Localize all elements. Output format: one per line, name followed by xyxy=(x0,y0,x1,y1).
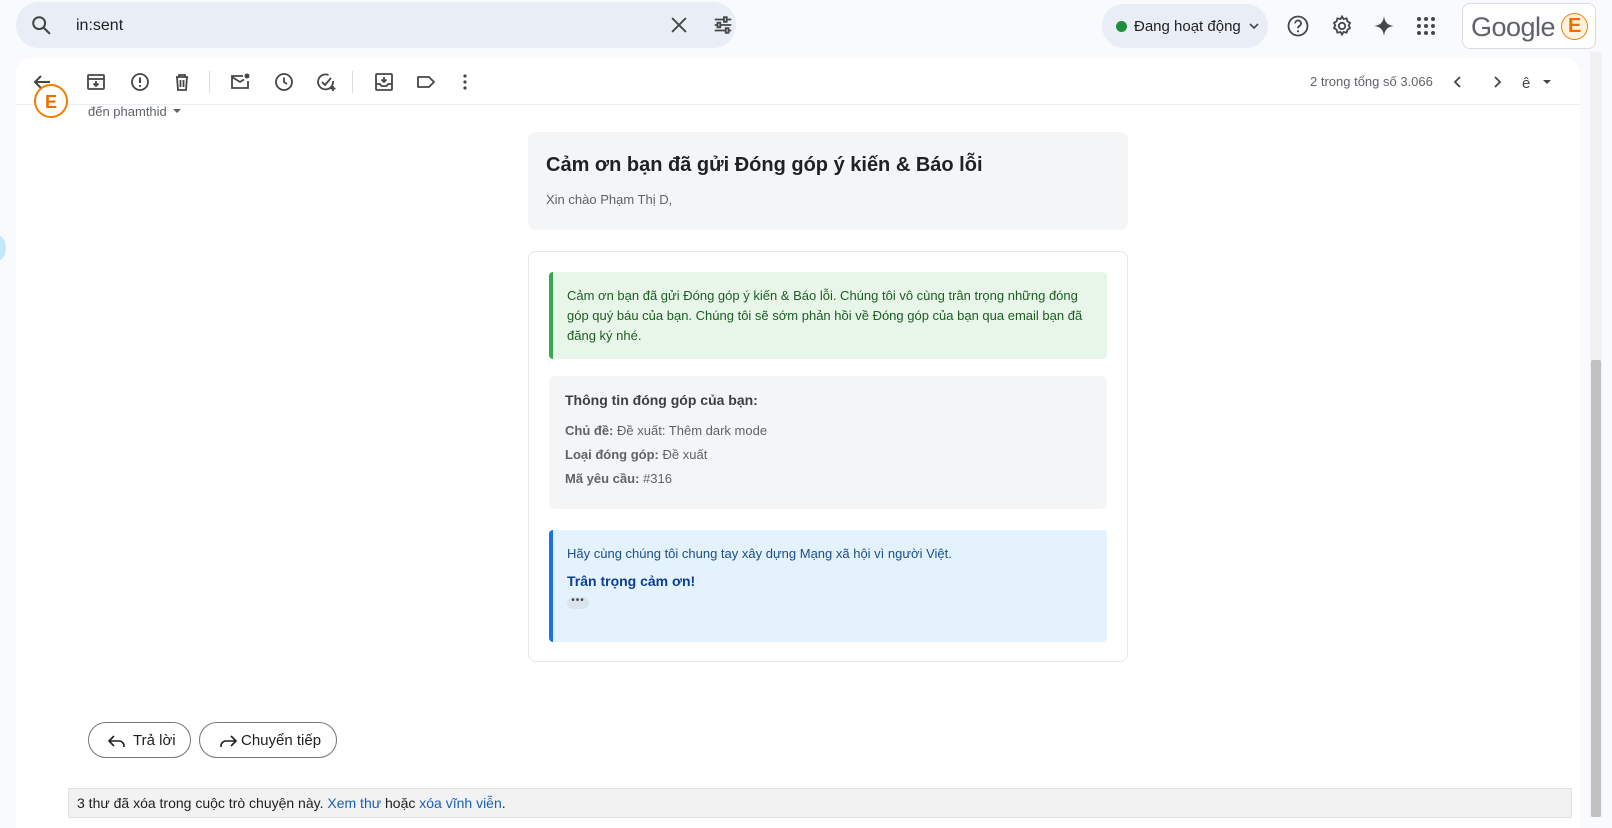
report-spam-icon[interactable] xyxy=(128,70,152,94)
input-tools-icon[interactable]: ê xyxy=(1519,70,1555,94)
toolbar-divider xyxy=(352,71,353,93)
move-to-icon[interactable] xyxy=(372,70,396,94)
chevron-down-icon xyxy=(1246,16,1262,41)
status-dot xyxy=(1116,21,1127,32)
caret-down-icon[interactable] xyxy=(170,104,184,119)
trash-icon[interactable] xyxy=(170,70,194,94)
delete-forever-link[interactable]: xóa vĩnh viễn xyxy=(419,795,502,811)
deleted-notice-text: 3 thư đã xóa trong cuộc trò chuyện này. xyxy=(77,795,324,811)
side-panel-toggle[interactable] xyxy=(0,236,6,260)
help-icon[interactable] xyxy=(1286,14,1310,43)
status-label: Đang hoạt động xyxy=(1134,18,1241,35)
chevron-left-icon[interactable] xyxy=(1446,70,1470,94)
google-logo: Google xyxy=(1471,12,1556,42)
view-deleted-link[interactable]: Xem thư xyxy=(327,795,381,811)
chevron-right-icon[interactable] xyxy=(1485,70,1509,94)
info-type-row: Loại đóng góp: Đề xuất xyxy=(565,447,708,462)
status-selector[interactable]: Đang hoạt động xyxy=(1102,4,1268,48)
recipient-label: đến phamthid xyxy=(88,104,167,119)
avatar[interactable]: E xyxy=(1561,13,1588,40)
sparkle-icon[interactable] xyxy=(1372,14,1396,43)
info-id-row: Mã yêu cầu: #316 xyxy=(565,471,672,486)
signoff-text: Trân trọng cảm ơn! xyxy=(567,573,696,589)
top-bar: Đang hoạt động Google E xyxy=(0,0,1612,52)
search-input[interactable] xyxy=(74,13,638,39)
toolbar-divider xyxy=(209,71,210,93)
info-heading: Thông tin đóng góp của bạn: xyxy=(565,392,758,408)
label-icon[interactable] xyxy=(414,70,438,94)
deleted-notice-period: . xyxy=(501,795,506,811)
mark-unread-icon[interactable] xyxy=(228,70,252,94)
sender-avatar[interactable]: E xyxy=(34,84,68,118)
thanks-note: Cảm ơn bạn đã gửi Đóng góp ý kiến & Báo … xyxy=(549,272,1107,359)
closing-note: Hãy cùng chúng tôi chung tay xây dựng Mạ… xyxy=(549,530,1107,642)
search-icon[interactable] xyxy=(30,14,52,41)
message-toolbar: 2 trong tổng số 3.066 ê xyxy=(16,58,1580,105)
email-title: Cảm ơn bạn đã gửi Đóng góp ý kiến & Báo … xyxy=(546,154,983,176)
email-header-card: Cảm ơn bạn đã gửi Đóng góp ý kiến & Báo … xyxy=(528,132,1128,230)
forward-button[interactable]: Chuyển tiếp xyxy=(199,722,337,758)
gear-icon[interactable] xyxy=(1330,14,1354,43)
reply-label: Trả lời xyxy=(133,732,176,749)
forward-label: Chuyển tiếp xyxy=(241,732,322,749)
info-subject-row: Chủ đề: Đề xuất: Thêm dark mode xyxy=(565,423,768,438)
search-options-icon[interactable] xyxy=(712,14,734,41)
email-body-card: Cảm ơn bạn đã gửi Đóng góp ý kiến & Báo … xyxy=(528,251,1128,662)
add-task-icon[interactable] xyxy=(314,70,338,94)
snooze-clock-icon[interactable] xyxy=(272,70,296,94)
deleted-messages-notice: 3 thư đã xóa trong cuộc trò chuyện này. … xyxy=(68,788,1572,818)
show-trimmed-content-button[interactable]: ••• xyxy=(567,596,589,609)
closing-text: Hãy cùng chúng tôi chung tay xây dựng Mạ… xyxy=(567,546,952,561)
greeting: Xin chào Phạm Thị D, xyxy=(546,192,673,207)
submission-info: Thông tin đóng góp của bạn: Chủ đề: Đề x… xyxy=(549,376,1107,509)
recipient-details[interactable]: đến phamthid xyxy=(88,104,184,119)
archive-icon[interactable] xyxy=(84,70,108,94)
account-switcher[interactable]: Google E xyxy=(1462,3,1596,49)
scrollbar-thumb[interactable] xyxy=(1591,360,1601,817)
reply-button[interactable]: Trả lời xyxy=(88,722,191,758)
deleted-notice-or: hoặc xyxy=(385,795,416,811)
pagination-count: 2 trong tổng số 3.066 xyxy=(1310,74,1433,89)
search-bar[interactable] xyxy=(16,2,736,48)
more-vert-icon[interactable] xyxy=(453,70,477,94)
svg-text:ê: ê xyxy=(1522,75,1530,92)
apps-grid-icon[interactable] xyxy=(1414,14,1438,43)
close-icon[interactable] xyxy=(668,14,690,41)
